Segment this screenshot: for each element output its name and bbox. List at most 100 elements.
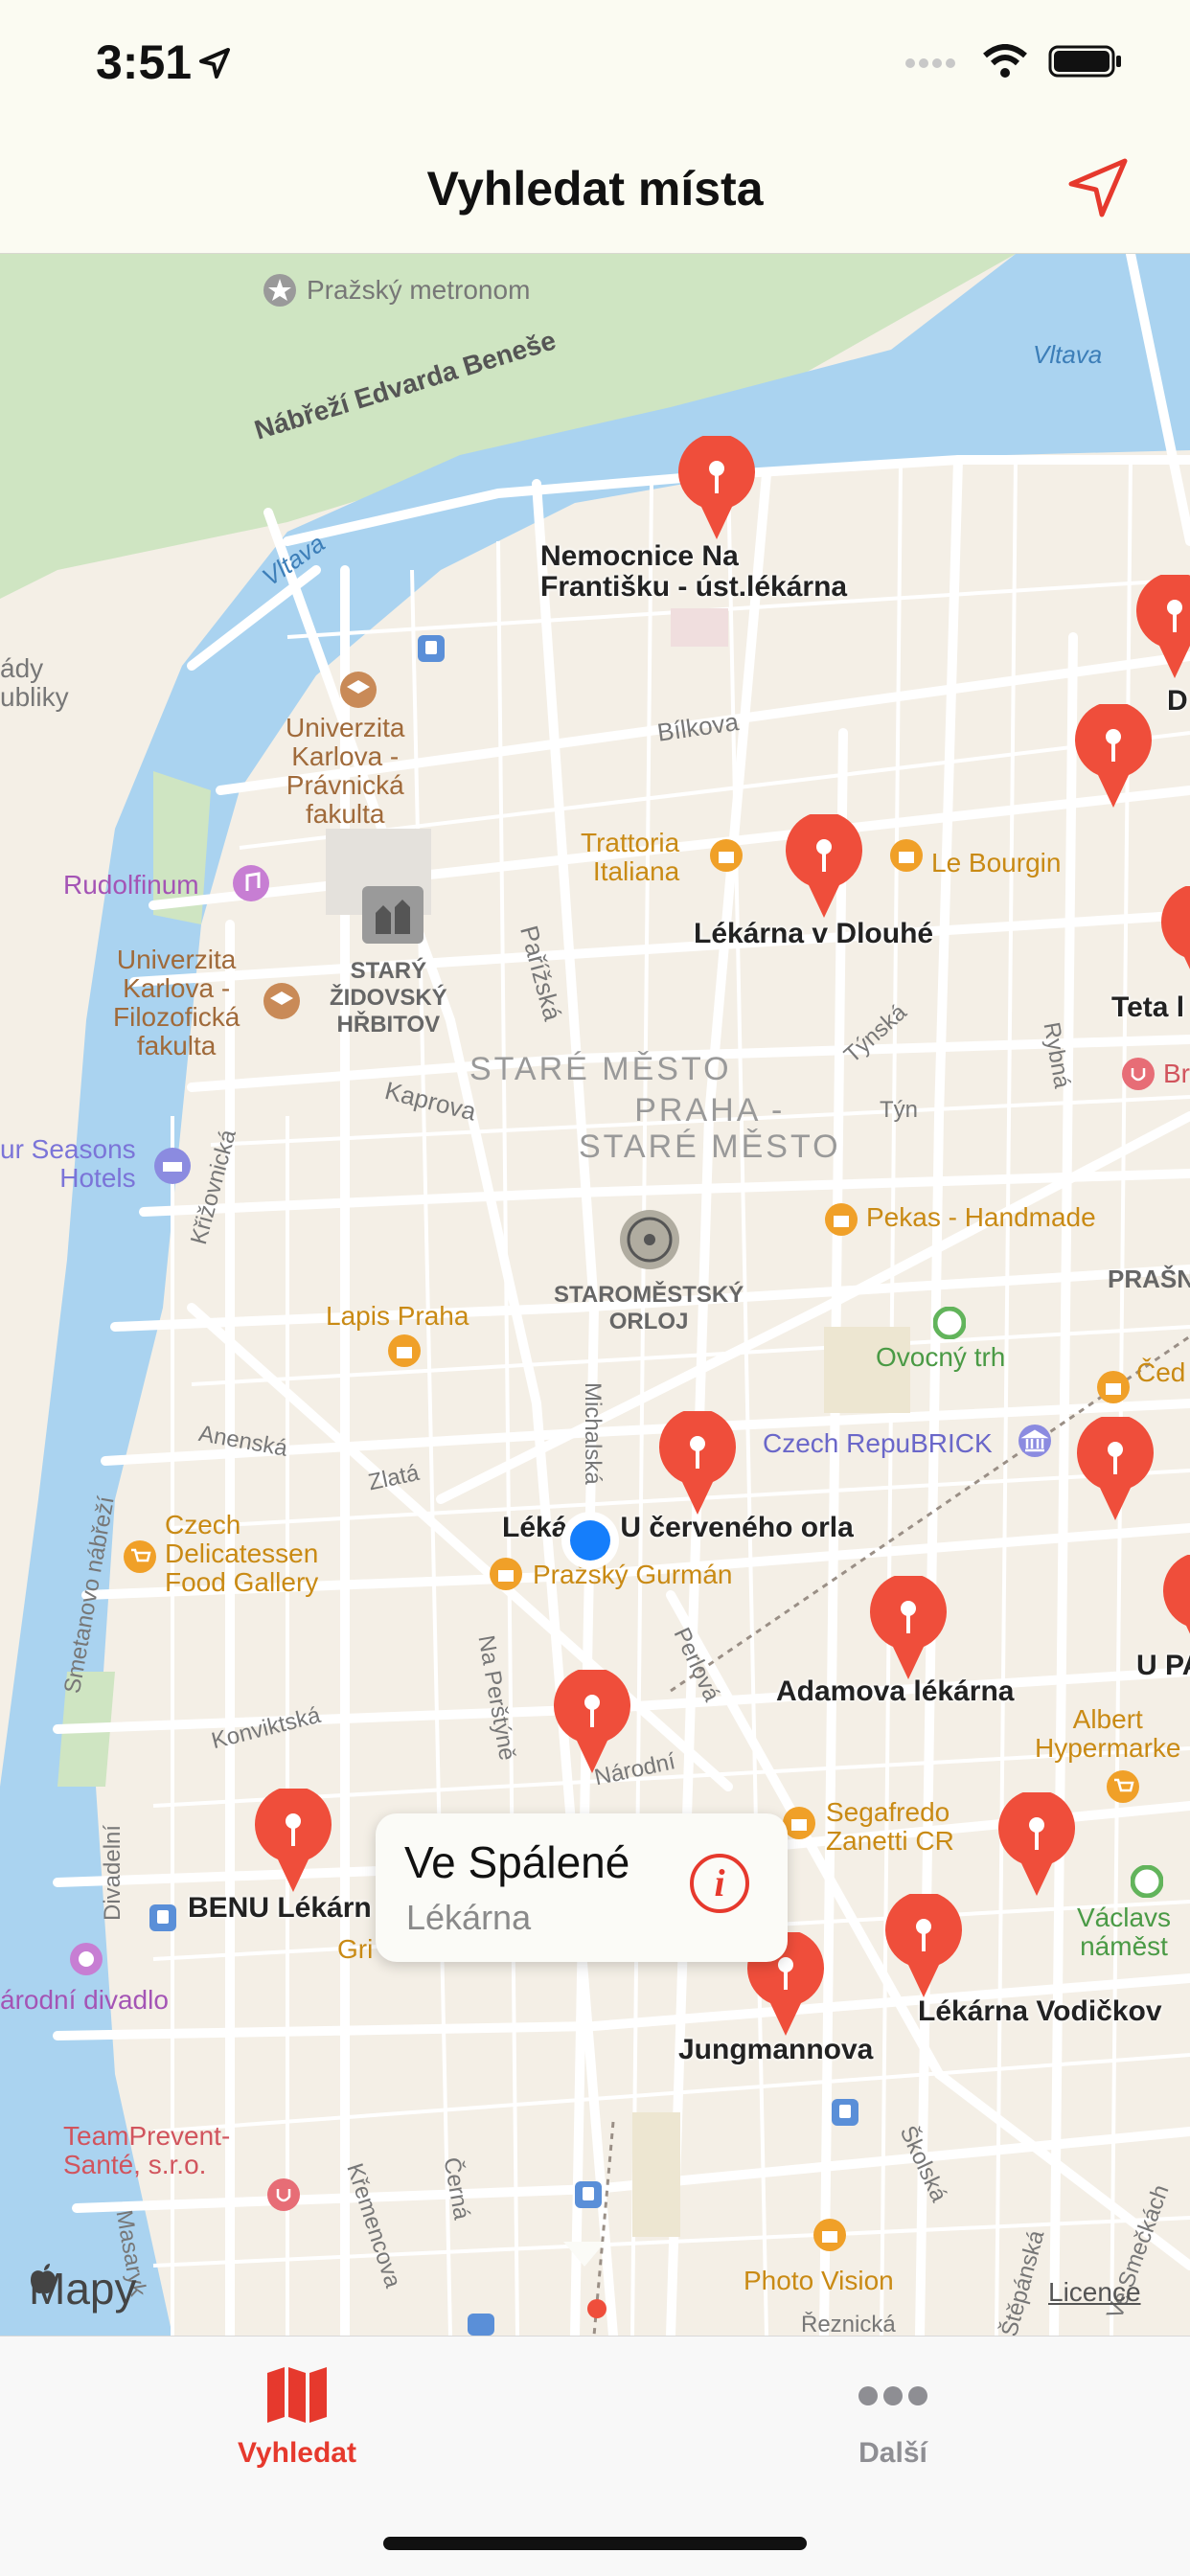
museum-icon — [1018, 1425, 1051, 1457]
map-label-river: Vltava — [1033, 340, 1103, 369]
pharmacy-pin[interactable] — [784, 814, 864, 920]
shopping-bag-icon — [490, 1558, 522, 1590]
map-label-poi: STAROMĚSTSKÝ ORLOJ — [554, 1282, 744, 1334]
home-indicator[interactable] — [383, 2537, 807, 2550]
hotel-icon — [154, 1148, 191, 1184]
callout-subtitle: Lékárna — [406, 1898, 532, 1937]
shopping-cart-icon — [124, 1540, 156, 1573]
map-label-street: Týn — [880, 1097, 919, 1123]
theatre-icon — [70, 1943, 103, 1975]
pharmacy-pin[interactable] — [1073, 704, 1154, 809]
user-location-dot — [561, 1512, 619, 1569]
licence-link[interactable]: Licence — [1048, 2277, 1141, 2308]
pharmacy-label[interactable]: D — [1167, 685, 1188, 718]
status-time: 3:51 — [96, 35, 193, 89]
map-view[interactable]: Pražský metronom Nábřeží Edvarda Beneše … — [0, 254, 1190, 2336]
astronomical-clock-icon — [620, 1210, 679, 1269]
park-icon — [1131, 1865, 1163, 1898]
pharmacy-pin[interactable] — [1159, 886, 1190, 992]
tram-icon — [468, 2314, 494, 2336]
university-icon — [263, 983, 300, 1019]
selected-pin-dot[interactable] — [586, 2298, 607, 2319]
more-icon — [858, 2386, 927, 2405]
map-label-poi: Br — [1163, 1059, 1190, 1088]
cemetery-icon — [362, 886, 423, 944]
map-label-poi: Czech RepuBRICK — [763, 1428, 993, 1458]
map-label-poi: Albert Hypermarke — [1035, 1704, 1181, 1763]
pharmacy-callout[interactable]: Ve Spálené Lékárna i — [376, 1813, 788, 1962]
tram-icon — [575, 2181, 602, 2208]
pharmacy-label[interactable]: Lékárna v Dlouhé — [694, 918, 933, 950]
pharmacy-label[interactable]: Lékárna Vodičkov — [918, 1995, 1162, 2028]
medical-icon — [267, 2178, 300, 2211]
map-label-poi: Segafredo Zanetti CR — [826, 1797, 954, 1856]
map-label-district: STARÉ MĚSTO — [469, 1051, 732, 1087]
map-label-poi: TeamPrevent- Santé, s.r.o. — [63, 2121, 231, 2179]
map-label-district: PRAHA - STARÉ MĚSTO — [579, 1092, 841, 1165]
map-label-poi: Václavs náměst — [1077, 1903, 1172, 1961]
shopping-bag-icon — [710, 839, 743, 872]
pharmacy-label[interactable]: Lékárna U červeného orla — [502, 1512, 854, 1544]
callout-title: Ve Spálené — [404, 1837, 630, 1887]
map-label-poi: Ovocný trh — [876, 1342, 1006, 1372]
pharmacy-label[interactable]: BENU Lékárn — [188, 1892, 372, 1925]
map-label-poi: Univerzita Karlova - Právnická fakulta — [286, 713, 405, 829]
university-icon — [340, 672, 377, 708]
map-label-poi: Pekas - Handmade — [866, 1202, 1096, 1232]
pharmacy-label[interactable]: Teta l — [1111, 992, 1184, 1024]
shopping-cart-icon — [1107, 1770, 1139, 1803]
map-label-street: Michalská — [580, 1382, 606, 1485]
pharmacy-pin[interactable] — [657, 1411, 738, 1516]
map-label-poi: Le Bourgin — [931, 848, 1062, 878]
location-arrow-icon — [199, 48, 230, 79]
pharmacy-label[interactable]: Jungmannova — [678, 2034, 873, 2066]
tab-label: Vyhledat — [238, 2437, 356, 2469]
music-icon — [233, 865, 269, 901]
navigation-bar: Vyhledat místa — [0, 126, 1190, 254]
status-indicators — [904, 44, 1123, 79]
tab-vyhledat[interactable]: Vyhledat — [153, 2365, 441, 2470]
map-label-street: Řeznická — [801, 2312, 896, 2336]
medical-icon — [1122, 1058, 1155, 1090]
map-label-poi: ády ubliky — [0, 653, 69, 712]
cellular-signal-icon — [905, 58, 955, 68]
pharmacy-pin[interactable] — [1075, 1417, 1156, 1522]
current-location-button[interactable] — [1064, 153, 1133, 222]
park-icon — [933, 1307, 966, 1339]
pharmacy-label[interactable]: Adamova lékárna — [776, 1676, 1014, 1708]
pharmacy-pin[interactable] — [1134, 575, 1190, 680]
info-icon: i — [714, 1861, 725, 1904]
map-label-poi: Trattoria Italiana — [581, 828, 680, 886]
location-arrow-icon — [1068, 158, 1128, 217]
pharmacy-pin[interactable] — [996, 1792, 1077, 1898]
shopping-bag-icon — [825, 1203, 858, 1236]
map-label-poi: árodní divadlo — [0, 1985, 169, 2015]
map-label-poi: Lapis Praha — [326, 1301, 469, 1331]
tram-icon — [832, 2099, 858, 2126]
map-label-poi: Gri — [337, 1934, 374, 1964]
pharmacy-pin[interactable] — [676, 436, 757, 541]
pharmacy-pin[interactable] — [883, 1894, 964, 1999]
map-label-poi: Čed — [1136, 1357, 1186, 1387]
star-icon — [263, 274, 296, 307]
pharmacy-pin[interactable] — [552, 1670, 632, 1775]
shopping-bag-icon — [1097, 1371, 1130, 1403]
tram-icon — [149, 1904, 176, 1931]
pharmacy-pin[interactable] — [868, 1576, 949, 1681]
pharmacy-pin[interactable] — [253, 1789, 333, 1894]
map-label-poi: Rudolfinum — [63, 870, 199, 900]
map-label-poi: STARÝ ŽIDOVSKÝ HŘBITOV — [330, 958, 447, 1037]
map-label-poi: Photo Vision — [744, 2266, 894, 2295]
shopping-bag-icon — [890, 839, 923, 872]
battery-icon — [1048, 45, 1121, 78]
tab-dalsi[interactable]: Další — [749, 2365, 1037, 2470]
pharmacy-label[interactable]: U PA — [1136, 1650, 1190, 1682]
tab-label: Další — [858, 2437, 927, 2469]
map-icon — [267, 2367, 327, 2423]
status-bar: 3:51 — [0, 0, 1190, 126]
info-button[interactable]: i — [690, 1854, 749, 1913]
shopping-bag-icon — [388, 1334, 421, 1367]
pharmacy-pin[interactable] — [1161, 1555, 1190, 1660]
apple-logo-icon — [31, 2264, 56, 2294]
pharmacy-label[interactable]: Nemocnice Na Františku - úst.lékárna — [540, 541, 847, 603]
